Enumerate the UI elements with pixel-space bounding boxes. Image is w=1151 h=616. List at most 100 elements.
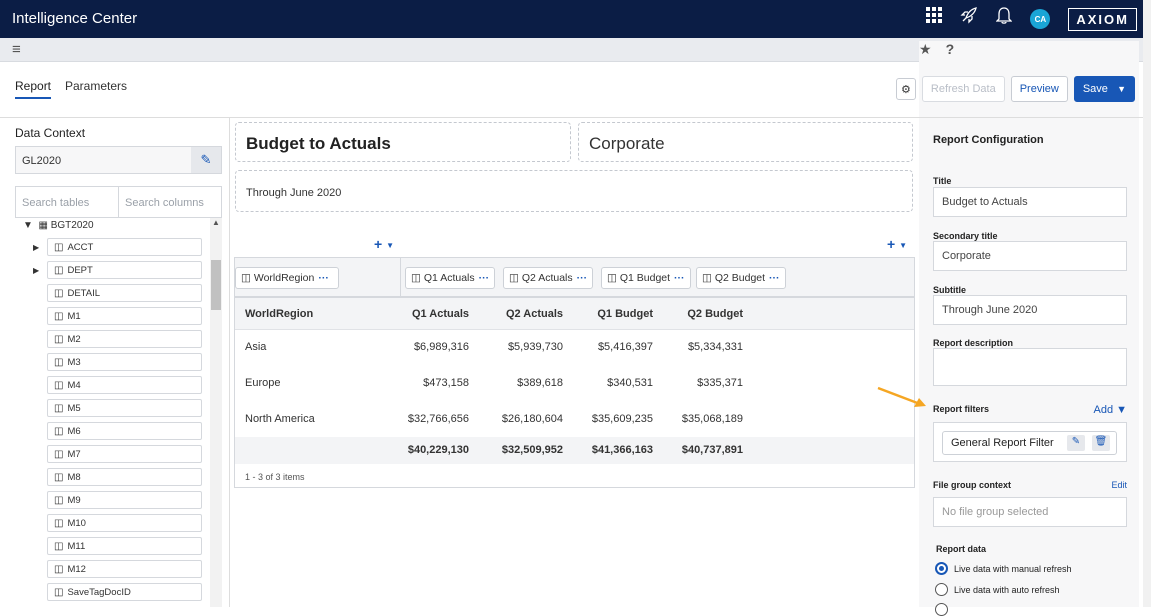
tree-root-label: BGT2020 <box>50 220 94 231</box>
report-configuration-panel: Report Configuration Title Budget to Act… <box>919 118 1139 616</box>
tree-scroll-thumb[interactable] <box>211 260 221 310</box>
report-title-box[interactable]: Budget to Actuals <box>235 122 571 162</box>
page-scrollbar[interactable] <box>1143 0 1151 607</box>
bell-icon[interactable] <box>995 6 1013 32</box>
table-tree: ▼ ▦ BGT2020 ▶ ◫ ACCT ▶ ◫ DEPT ◫ DETAIL ◫ M1 … <box>15 218 210 607</box>
row-label: Asia <box>245 341 267 353</box>
tree-item-m5[interactable]: ◫ M5 <box>47 399 202 417</box>
radio-auto-refresh[interactable]: Live data with auto refresh <box>935 583 1060 596</box>
more-icon[interactable]: ··· <box>577 272 588 284</box>
more-icon[interactable]: ··· <box>479 272 490 284</box>
refresh-data-button[interactable]: Refresh Data <box>921 76 1005 102</box>
tree-item-label: ACCT <box>67 242 94 253</box>
edit-pencil-icon[interactable]: ✎ <box>191 147 221 173</box>
filter-chip[interactable]: General Report Filter ✎ 🗑 <box>942 431 1117 455</box>
apps-grid-icon[interactable] <box>926 7 943 31</box>
tree-scrollbar[interactable]: ▲ <box>210 218 222 607</box>
col-dimension-chip-q1-actuals[interactable]: ◫ Q1 Actuals ··· <box>405 267 496 289</box>
subtitle-input[interactable]: Through June 2020 <box>933 295 1127 325</box>
caret-down-icon[interactable]: ▼ <box>1117 84 1126 94</box>
tree-item-savetagdocid[interactable]: ◫ SaveTagDocID <box>47 583 202 601</box>
radio-third-option[interactable] <box>935 603 948 616</box>
rocket-icon[interactable] <box>960 6 978 32</box>
tree-item-m7[interactable]: ◫ M7 <box>47 445 202 463</box>
settings-button[interactable]: ⚙ <box>895 78 916 100</box>
table-cell: $5,416,397 <box>597 341 653 353</box>
more-icon[interactable]: ··· <box>769 272 780 284</box>
table-icon: ◫ <box>54 288 64 299</box>
caret-right-icon[interactable]: ▶ <box>33 243 39 252</box>
tree-item-m8[interactable]: ◫ M8 <box>47 468 202 486</box>
data-context-label: Data Context <box>15 126 86 140</box>
tab-report[interactable]: Report <box>15 79 52 99</box>
table-icon: ◫ <box>54 403 64 414</box>
tree-item-acct[interactable]: ◫ ACCT <box>47 238 202 256</box>
radio-button[interactable] <box>935 583 948 596</box>
row-label: Europe <box>245 377 281 389</box>
tree-item-m1[interactable]: ◫ M1 <box>47 307 202 325</box>
tree-item-m11[interactable]: ◫ M11 <box>47 537 202 555</box>
user-avatar[interactable]: CA <box>1030 9 1051 29</box>
caret-right-icon[interactable]: ▶ <box>33 266 39 275</box>
title-input[interactable]: Budget to Actuals <box>933 187 1127 217</box>
caret-down-icon[interactable]: ▼ <box>23 220 33 231</box>
tab-bar: Report Parameters ⚙ Refresh Data Preview… <box>0 62 1151 118</box>
subtitle-label: Subtitle <box>933 285 966 295</box>
report-filters-box: General Report Filter ✎ 🗑 <box>933 422 1127 462</box>
column-header[interactable]: Q2 Budget <box>655 308 743 320</box>
tree-item-label: M10 <box>67 518 86 529</box>
add-filter-button[interactable]: Add ▼ <box>1093 404 1127 416</box>
col-dimension-chip-q2-budget[interactable]: ◫ Q2 Budget ··· <box>696 267 786 289</box>
hamburger-menu-icon[interactable]: ≡ <box>12 41 21 58</box>
tree-root[interactable]: ▼ ▦ BGT2020 <box>23 220 94 231</box>
search-columns-input[interactable]: Search columns <box>119 187 221 217</box>
radio-manual-refresh[interactable]: Live data with manual refresh <box>935 562 1072 575</box>
tree-item-m4[interactable]: ◫ M4 <box>47 376 202 394</box>
trash-icon[interactable]: 🗑 <box>1092 435 1110 451</box>
top-app-bar: Intelligence Center CA AXIOM <box>0 0 1151 38</box>
add-column-dimension-button[interactable]: + ▼ <box>887 236 907 252</box>
table-icon: ◫ <box>54 449 64 460</box>
tree-item-m9[interactable]: ◫ M9 <box>47 491 202 509</box>
more-icon[interactable]: ··· <box>318 272 329 284</box>
more-icon[interactable]: ··· <box>674 272 685 284</box>
col-dimension-chip-q1-budget[interactable]: ◫ Q1 Budget ··· <box>601 267 691 289</box>
report-subtitle-box[interactable]: Through June 2020 <box>235 170 913 212</box>
tab-parameters[interactable]: Parameters <box>65 79 127 93</box>
add-row-dimension-button[interactable]: + ▼ <box>374 236 394 252</box>
tree-item-m12[interactable]: ◫ M12 <box>47 560 202 578</box>
report-description-input[interactable] <box>933 348 1127 386</box>
tree-item-label: M7 <box>67 449 81 460</box>
tree-item-m3[interactable]: ◫ M3 <box>47 353 202 371</box>
scroll-up-icon[interactable]: ▲ <box>212 218 220 227</box>
radio-button[interactable] <box>935 603 948 616</box>
tree-item-m6[interactable]: ◫ M6 <box>47 422 202 440</box>
column-header[interactable]: Q1 Actuals <box>385 308 469 320</box>
preview-button[interactable]: Preview <box>1010 76 1068 102</box>
row-dimension-chip[interactable]: ◫ WorldRegion ··· <box>235 267 339 289</box>
table-icon: ◫ <box>54 518 64 529</box>
tree-item-dept[interactable]: ◫ DEPT <box>47 261 202 279</box>
row-label: North America <box>245 413 315 425</box>
table-cell: $389,618 <box>517 377 563 389</box>
secondary-title-input[interactable]: Corporate <box>933 241 1127 271</box>
tree-item-m10[interactable]: ◫ M10 <box>47 514 202 532</box>
data-context-field[interactable]: GL2020 ✎ <box>15 146 222 174</box>
file-group-edit-link[interactable]: Edit <box>1111 480 1127 490</box>
save-button[interactable]: Save ▼ <box>1073 76 1135 102</box>
tree-item-m2[interactable]: ◫ M2 <box>47 330 202 348</box>
tree-item-label: M3 <box>67 357 81 368</box>
tree-item-detail[interactable]: ◫ DETAIL <box>47 284 202 302</box>
column-header[interactable]: Q2 Actuals <box>475 308 563 320</box>
report-secondary-box[interactable]: Corporate <box>578 122 913 162</box>
search-tables-input[interactable]: Search tables <box>16 187 119 217</box>
column-header[interactable]: WorldRegion <box>245 308 313 320</box>
edit-pencil-icon[interactable]: ✎ <box>1067 435 1085 451</box>
file-group-input[interactable]: No file group selected <box>933 497 1127 527</box>
column-header[interactable]: Q1 Budget <box>565 308 653 320</box>
radio-button[interactable] <box>935 562 948 575</box>
tree-item-label: M5 <box>67 403 81 414</box>
table-cell: $6,989,316 <box>413 341 469 353</box>
totals-row: $40,229,130 $32,509,952 $41,366,163 $40,… <box>235 437 914 464</box>
col-dimension-chip-q2-actuals[interactable]: ◫ Q2 Actuals ··· <box>503 267 594 289</box>
